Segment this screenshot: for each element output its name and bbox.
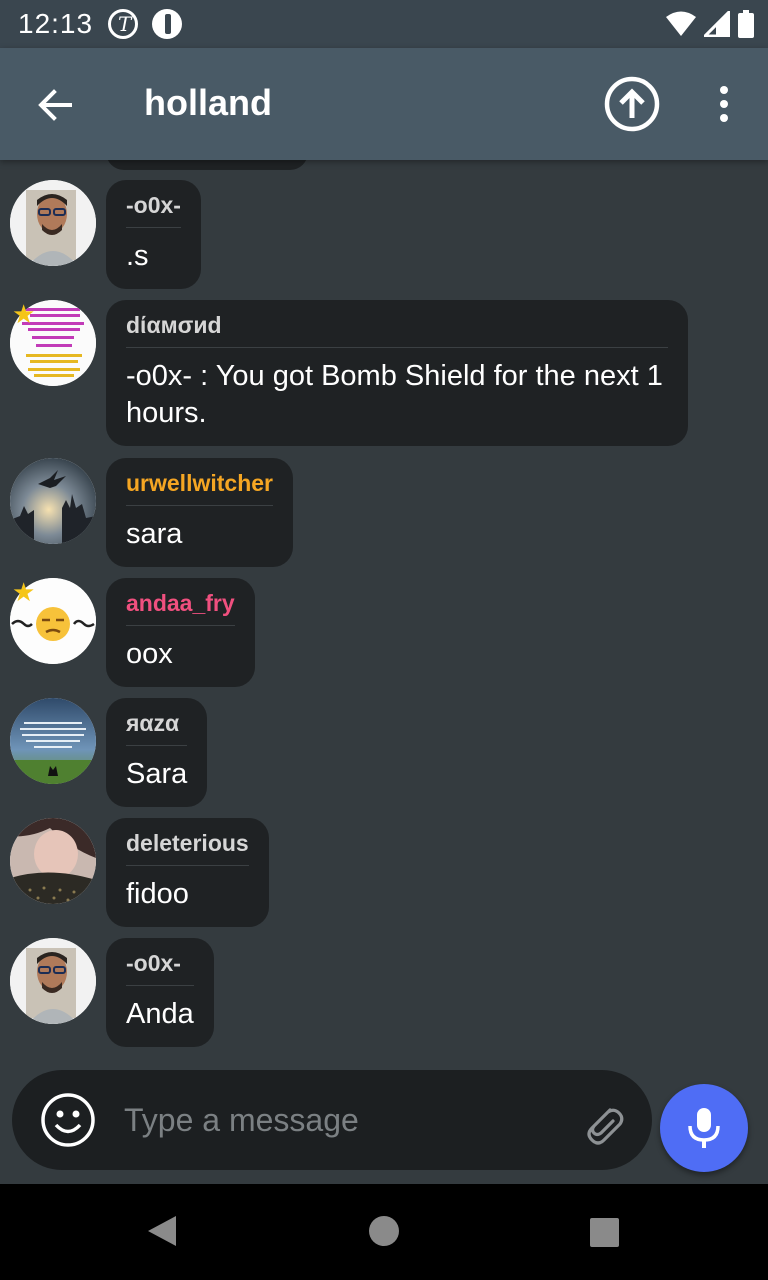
dragon-castle-avatar bbox=[10, 458, 96, 544]
more-vert-icon bbox=[720, 86, 728, 122]
p-app-icon bbox=[152, 9, 182, 39]
microphone-icon bbox=[688, 1108, 720, 1148]
message-input[interactable] bbox=[124, 1098, 564, 1142]
sender-name[interactable]: urwellwitcher bbox=[126, 470, 273, 506]
scroll-up-button[interactable] bbox=[604, 76, 660, 132]
message-bubble[interactable]: deleterious fidoo bbox=[106, 818, 269, 927]
message-text: Anda bbox=[126, 998, 194, 1030]
message-composer bbox=[12, 1070, 652, 1170]
nav-back-icon[interactable] bbox=[146, 1214, 178, 1248]
person-photo-avatar bbox=[10, 818, 96, 904]
message-bubble[interactable]: urwellwitcher sara bbox=[106, 458, 293, 567]
message-bubble[interactable]: andaa_fry oox bbox=[106, 578, 255, 687]
arrow-up-circle-icon bbox=[604, 76, 660, 132]
status-time: 12:13 bbox=[18, 8, 94, 39]
avatar[interactable] bbox=[10, 458, 96, 544]
message-bubble[interactable]: -o0x- Anda bbox=[106, 938, 214, 1047]
nav-home-icon[interactable] bbox=[369, 1216, 399, 1246]
message-text: fidoo bbox=[126, 878, 189, 910]
room-title: holland bbox=[144, 82, 272, 123]
attach-button[interactable] bbox=[580, 1100, 626, 1146]
message-bubble[interactable]: dίαмσиd -o0x- : You got Bomb Shield for … bbox=[106, 300, 688, 446]
star-badge-icon: ★ bbox=[12, 300, 36, 330]
avatar[interactable] bbox=[10, 938, 96, 1024]
battery-icon bbox=[738, 10, 754, 38]
message-text: .s bbox=[126, 240, 149, 272]
message-text: Sara bbox=[126, 758, 188, 790]
sender-name[interactable]: яαzα bbox=[126, 710, 188, 746]
sender-name[interactable]: deleterious bbox=[126, 830, 249, 866]
app-screen: 12:13 T holland -o0x- .s ★ dίαмσиd -o0x-… bbox=[0, 0, 768, 1280]
arrow-left-icon bbox=[38, 89, 72, 121]
more-options-button[interactable] bbox=[704, 82, 744, 126]
emoji-button[interactable] bbox=[40, 1092, 96, 1148]
avatar[interactable] bbox=[10, 180, 96, 266]
paperclip-icon bbox=[587, 1108, 624, 1145]
nav-recents-icon[interactable] bbox=[590, 1218, 619, 1247]
back-button[interactable] bbox=[30, 80, 80, 130]
wifi-icon bbox=[666, 11, 696, 36]
message-bubble[interactable]: -o0x- .s bbox=[106, 180, 201, 289]
message-bubble[interactable]: яαzα Sara bbox=[106, 698, 208, 807]
message-list[interactable]: -o0x- .s ★ dίαмσиd -o0x-: You got Bomb … bbox=[0, 160, 768, 1070]
previous-message-bubble bbox=[106, 160, 308, 170]
mic-button[interactable] bbox=[660, 1084, 748, 1172]
man-with-glasses-avatar bbox=[10, 180, 96, 266]
avatar[interactable] bbox=[10, 818, 96, 904]
message-text: sara bbox=[126, 518, 183, 550]
sender-name[interactable]: -o0x- bbox=[126, 192, 181, 228]
message-text: oox bbox=[126, 638, 173, 670]
system-nav-bar bbox=[0, 1184, 768, 1280]
status-bar: 12:13 T bbox=[0, 0, 768, 48]
star-badge-icon: ★ bbox=[12, 578, 36, 608]
sender-name[interactable]: dίαмσиd bbox=[126, 312, 668, 348]
quote-landscape-avatar bbox=[10, 698, 96, 784]
app-bar: holland bbox=[0, 48, 768, 160]
sender-name[interactable]: -o0x- bbox=[126, 950, 194, 986]
message-text: -o0x- : You got Bomb Shield for the next… bbox=[126, 360, 663, 429]
signal-icon bbox=[704, 11, 730, 37]
t-app-icon: T bbox=[108, 9, 138, 39]
status-icons bbox=[666, 10, 754, 38]
avatar[interactable] bbox=[10, 698, 96, 784]
smiley-icon bbox=[41, 1093, 95, 1147]
sender-name[interactable]: andaa_fry bbox=[126, 590, 235, 626]
man-with-glasses-avatar bbox=[10, 938, 96, 1024]
